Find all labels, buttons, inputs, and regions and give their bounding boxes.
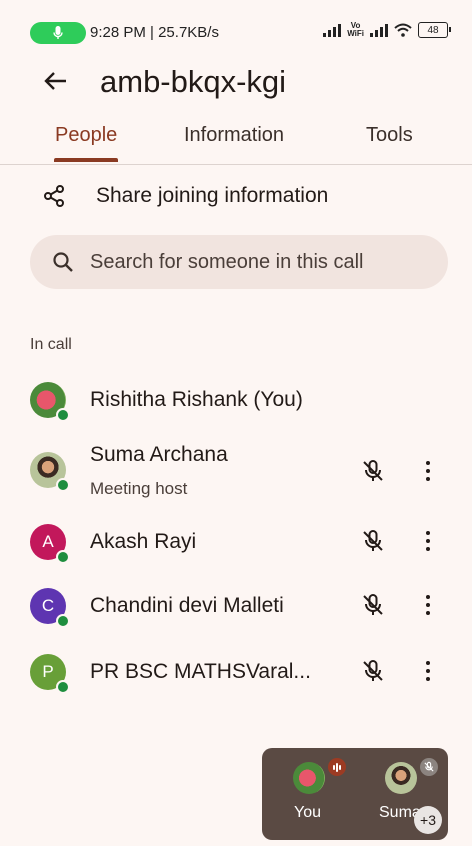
tile-you-label: You (294, 804, 321, 821)
wifi-icon (394, 23, 412, 37)
online-status-dot (56, 550, 70, 564)
battery-icon: 48 (418, 22, 451, 38)
participant-row[interactable]: C Chandini devi Malleti (0, 576, 472, 636)
status-time-speed: 9:28 PM | 25.7KB/s (90, 24, 219, 41)
online-status-dot (56, 478, 70, 492)
more-options-button[interactable] (418, 658, 438, 684)
mic-off-icon (420, 758, 438, 776)
participant-role: Meeting host (90, 479, 188, 498)
participant-name: Akash Rayi (90, 530, 197, 553)
search-icon (52, 251, 74, 273)
mic-icon (53, 26, 63, 39)
tab-information[interactable]: Information (184, 124, 284, 147)
online-status-dot (56, 680, 70, 694)
extra-participants-badge: +3 (414, 806, 442, 834)
online-status-dot (56, 614, 70, 628)
mic-off-icon (363, 530, 383, 551)
participant-name: Rishitha Rishank (You) (90, 388, 303, 411)
participant-name: PR BSC MATHSVaral... (90, 660, 311, 683)
active-tab-indicator (54, 158, 118, 162)
participant-row[interactable]: Suma Archana Meeting host (0, 440, 472, 500)
signal-icon-2 (370, 23, 388, 37)
mic-off-icon (363, 594, 383, 615)
avatar (293, 762, 325, 794)
search-input[interactable] (88, 249, 422, 275)
participant-row[interactable]: Rishitha Rishank (You) (0, 370, 472, 430)
participant-row[interactable]: A Akash Rayi (0, 512, 472, 572)
participant-name: Suma Archana (90, 443, 228, 466)
search-bar[interactable] (30, 235, 448, 289)
share-joining-info-button[interactable]: Share joining information (0, 172, 472, 220)
share-label: Share joining information (96, 184, 329, 207)
signal-icon (323, 23, 342, 37)
avatar (385, 762, 417, 794)
back-arrow-icon[interactable] (40, 66, 70, 96)
tab-tools[interactable]: Tools (366, 124, 413, 147)
participant-row[interactable]: P PR BSC MATHSVaral... (0, 642, 472, 702)
online-status-dot (56, 408, 70, 422)
floating-call-tile[interactable]: You Suma +3 (262, 748, 448, 840)
status-icons: Vo WiFi 48 (323, 21, 451, 38)
active-mic-indicator[interactable] (30, 22, 86, 44)
share-icon (44, 185, 64, 207)
in-call-heading: In call (30, 336, 72, 353)
more-options-button[interactable] (418, 528, 438, 554)
more-options-button[interactable] (418, 458, 438, 484)
mic-off-icon (363, 460, 383, 481)
more-options-button[interactable] (418, 592, 438, 618)
tab-bar: People Information Tools (0, 118, 472, 165)
mic-off-icon (363, 660, 383, 681)
participant-name: Chandini devi Malleti (90, 594, 284, 617)
status-bar: 9:28 PM | 25.7KB/s Vo WiFi 48 (0, 0, 472, 64)
tab-people[interactable]: People (55, 124, 117, 147)
speaking-indicator-icon (328, 758, 346, 776)
volte-label: Vo WiFi (347, 21, 364, 38)
meeting-code-title: amb-bkqx-kgi (100, 64, 287, 99)
